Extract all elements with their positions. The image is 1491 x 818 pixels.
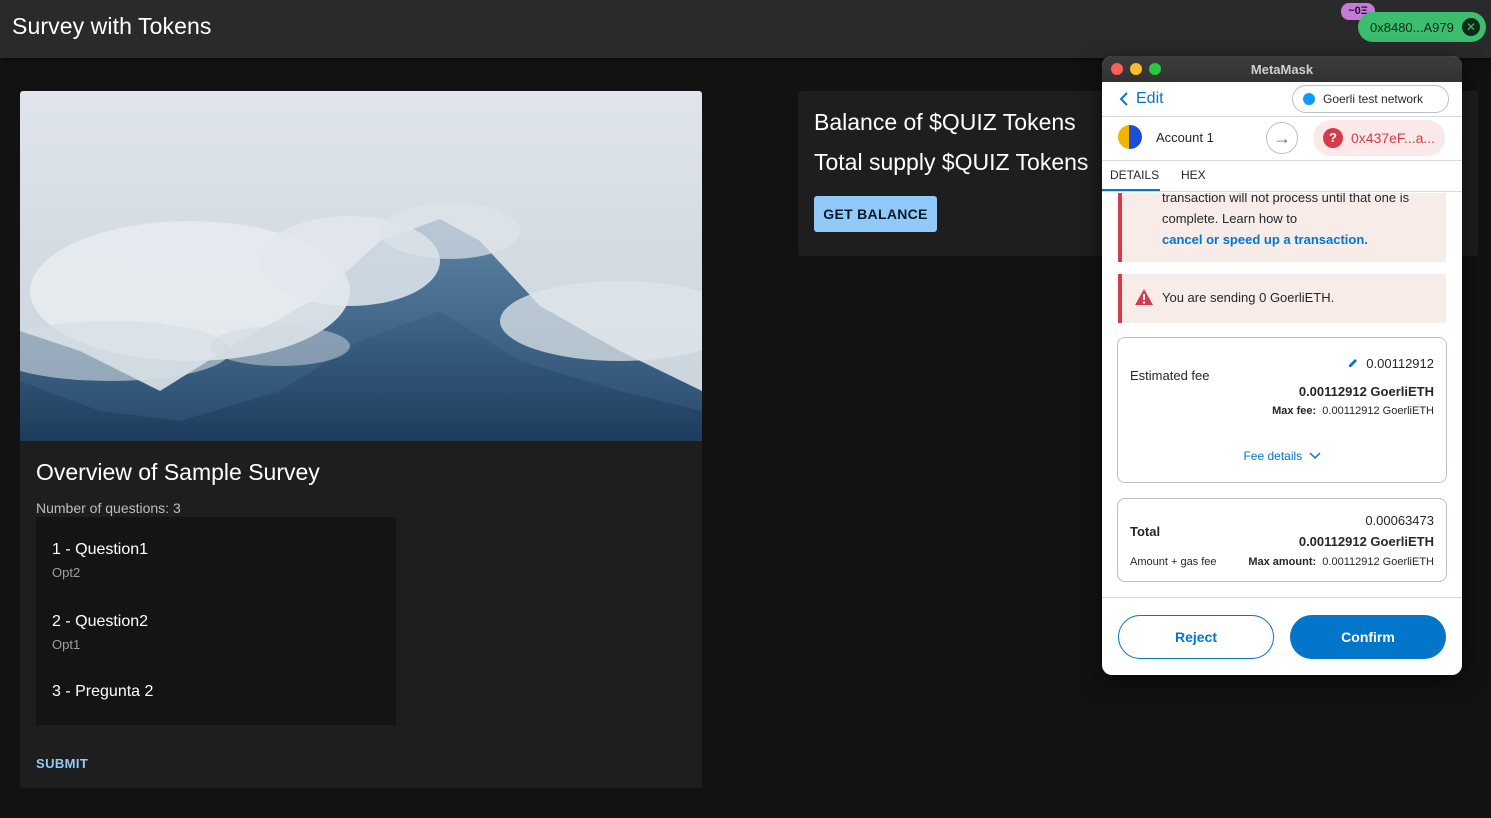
wallet-address: 0x8480...A979: [1370, 19, 1454, 35]
divider: [1102, 597, 1462, 598]
get-balance-button[interactable]: GET BALANCE: [814, 196, 937, 232]
max-fee-value: 0.00112912 GoerliETH: [1322, 405, 1434, 417]
app-title: Survey with Tokens: [12, 13, 212, 39]
max-amount-row: Max amount: 0.00112912 GoerliETH: [1248, 556, 1434, 568]
warning-icon: [1135, 289, 1153, 305]
window-title: MetaMask: [1250, 62, 1314, 77]
amount-gas-label: Amount + gas fee: [1130, 556, 1217, 568]
mountain-image: [20, 91, 702, 441]
edit-pencil-icon[interactable]: [1347, 357, 1359, 369]
app-bar: Survey with Tokens ~0Ξ 0x8480...A979 ✕: [0, 0, 1491, 58]
survey-title: Overview of Sample Survey: [36, 459, 320, 485]
chevron-left-icon: [1119, 92, 1128, 106]
network-dot-icon: [1303, 93, 1315, 105]
divider: [1102, 160, 1462, 161]
question-title: 3 - Pregunta 2: [52, 683, 154, 700]
account-avatar: [1118, 125, 1142, 149]
account-name: Account 1: [1156, 130, 1214, 145]
question-item[interactable]: 1 - Question1 Opt2: [52, 541, 148, 580]
question-list: 1 - Question1 Opt2 2 - Question2 Opt1 3 …: [36, 517, 396, 725]
metamask-popup: MetaMask Edit Goerli test network Accoun…: [1102, 56, 1462, 675]
edit-label: Edit: [1136, 90, 1164, 107]
fee-value-row: 0.00112912: [1347, 356, 1434, 371]
total-value-eth: 0.00112912 GoerliETH: [1298, 534, 1434, 549]
submit-button[interactable]: SUBMIT: [36, 756, 88, 771]
fee-value: 0.00112912: [1366, 356, 1434, 371]
token-balance-label: Balance of $QUIZ Tokens: [814, 109, 1076, 135]
question-icon: ?: [1323, 128, 1343, 148]
question-title: 2 - Question2: [52, 613, 149, 630]
arrow-right-icon: →: [1266, 122, 1298, 154]
survey-card: Overview of Sample Survey Number of ques…: [20, 91, 702, 788]
notice-text: transaction will not process until that …: [1162, 193, 1410, 226]
max-fee-label: Max fee:: [1272, 405, 1317, 417]
fee-details-label: Fee details: [1243, 449, 1303, 463]
wallet-address-chip[interactable]: 0x8480...A979 ✕: [1358, 12, 1486, 42]
tab-hex[interactable]: HEX: [1181, 168, 1206, 182]
network-name: Goerli test network: [1323, 92, 1424, 106]
max-fee-row: Max fee: 0.00112912 GoerliETH: [1272, 405, 1434, 417]
notice-body: transaction will not process until that …: [1162, 193, 1442, 250]
window-titlebar: MetaMask: [1102, 56, 1462, 82]
question-answer: Opt2: [52, 565, 81, 580]
recipient-address: 0x437eF...a...: [1351, 130, 1436, 146]
total-value: 0.00063473: [1365, 513, 1434, 528]
recipient-address-pill[interactable]: ? 0x437eF...a...: [1313, 120, 1445, 156]
cancel-speed-up-link[interactable]: cancel or speed up a transaction.: [1162, 232, 1368, 247]
total-supply-label: Total supply $QUIZ Tokens: [814, 149, 1089, 175]
close-icon[interactable]: ✕: [1462, 18, 1480, 36]
reject-button[interactable]: Reject: [1118, 615, 1274, 659]
total-box: Total 0.00063473 0.00112912 GoerliETH Am…: [1117, 498, 1447, 582]
question-answer: Opt1: [52, 637, 81, 652]
divider: [1102, 116, 1462, 117]
tab-details[interactable]: DETAILS: [1110, 168, 1159, 182]
max-amount-value: 0.00112912 GoerliETH: [1322, 556, 1434, 568]
estimated-fee-box: Estimated fee 0.00112912 0.00112912 Goer…: [1117, 337, 1447, 483]
question-item[interactable]: 2 - Question2 Opt1: [52, 613, 148, 652]
total-label: Total: [1130, 524, 1161, 539]
question-item[interactable]: 3 - Pregunta 2: [52, 683, 153, 701]
max-amount-label: Max amount:: [1248, 556, 1317, 568]
question-title: 1 - Question1: [52, 541, 149, 558]
divider: [1102, 191, 1462, 192]
pending-transaction-notice: transaction will not process until that …: [1118, 193, 1446, 262]
confirm-button[interactable]: Confirm: [1290, 615, 1446, 659]
fee-value-eth: 0.00112912 GoerliETH: [1298, 384, 1434, 399]
mountain-illustration: [20, 203, 702, 441]
network-selector[interactable]: Goerli test network: [1292, 85, 1449, 113]
estimated-fee-label: Estimated fee: [1130, 368, 1210, 383]
warning-text: You are sending 0 GoerliETH.: [1162, 290, 1335, 305]
question-count: Number of questions: 3: [36, 500, 181, 516]
sending-warning: You are sending 0 GoerliETH.: [1118, 274, 1446, 323]
fee-details-toggle[interactable]: Fee details: [1118, 449, 1446, 463]
edit-button[interactable]: Edit: [1118, 90, 1164, 108]
chevron-down-icon: [1308, 452, 1321, 460]
